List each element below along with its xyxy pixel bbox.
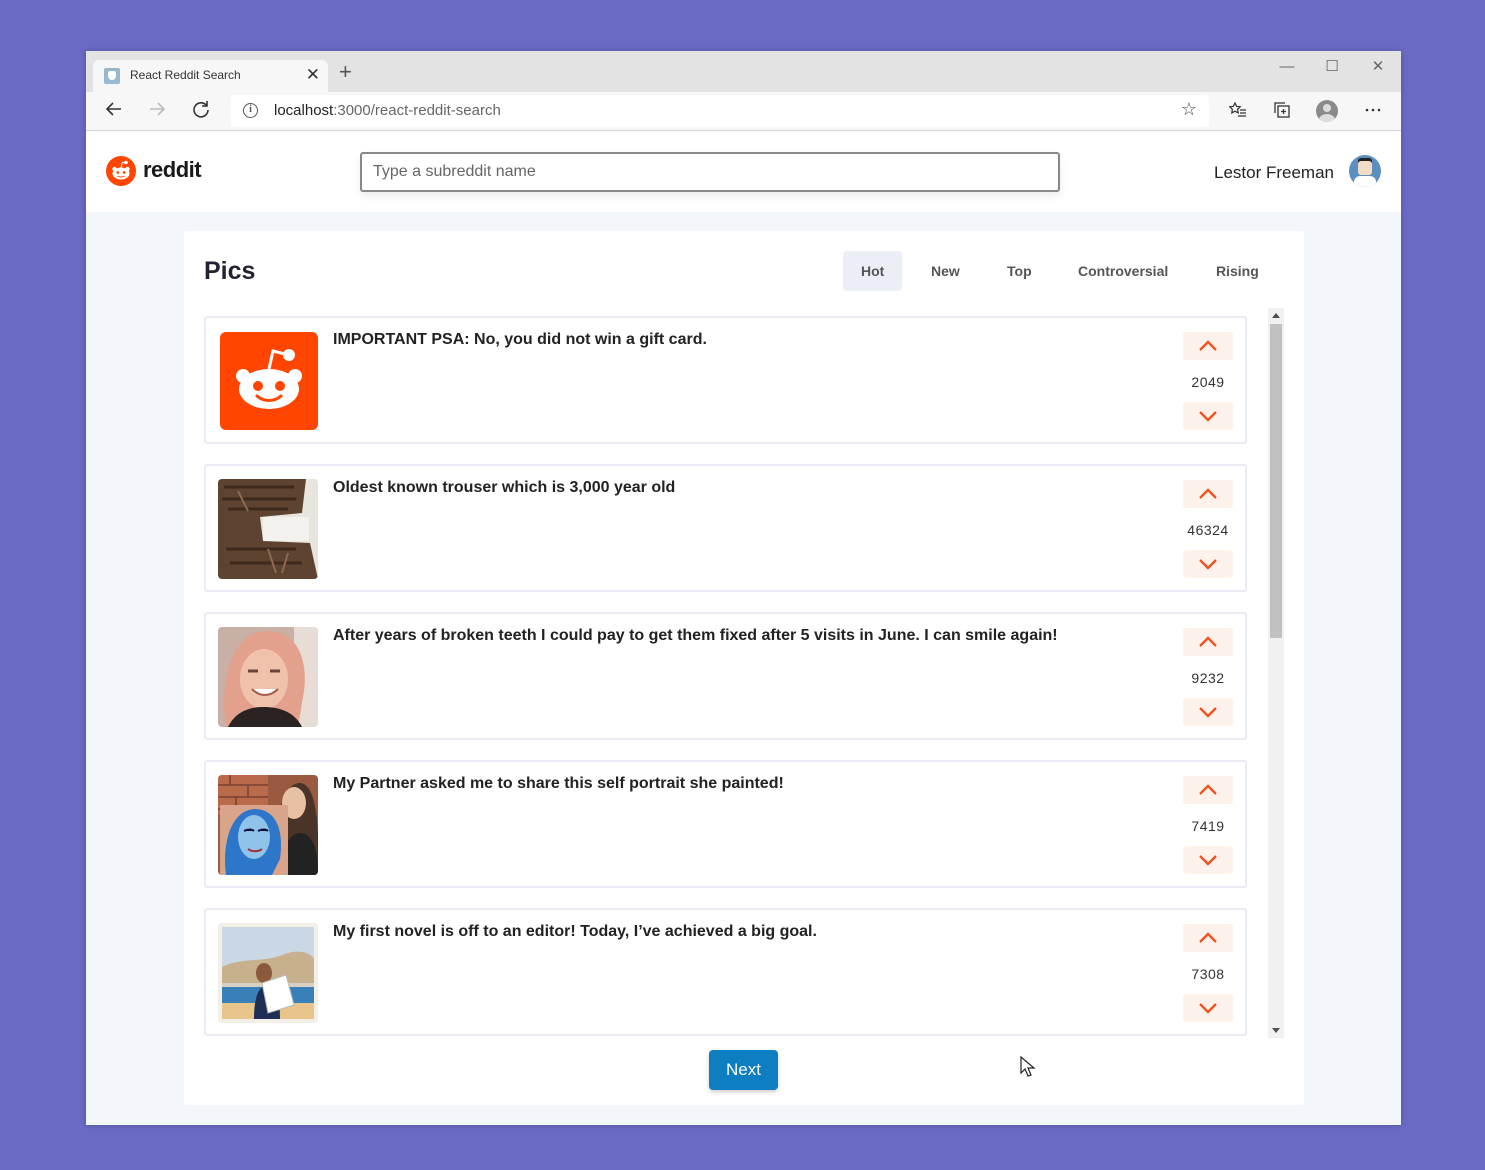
vote-count: 7308 <box>1191 966 1225 982</box>
user-avatar[interactable] <box>1349 155 1381 187</box>
user-name: Lestor Freeman <box>1214 163 1334 182</box>
forward-icon[interactable] <box>144 99 170 125</box>
post-title[interactable]: After years of broken teeth I could pay … <box>333 627 1058 645</box>
smiling-woman-photo-icon <box>218 627 318 727</box>
chevron-up-icon <box>1199 784 1217 795</box>
more-options-icon[interactable] <box>1362 101 1384 123</box>
downvote-button[interactable] <box>1183 698 1233 726</box>
chevron-up-icon <box>1199 340 1217 351</box>
vote-count: 9232 <box>1191 670 1225 686</box>
tab-new[interactable]: New <box>913 251 978 291</box>
scroll-thumb[interactable] <box>1270 324 1282 638</box>
vote-count: 7419 <box>1191 818 1225 834</box>
address-bar[interactable]: i localhost:3000/react-reddit-search ☆ <box>231 95 1209 127</box>
address-toolbar: i localhost:3000/react-reddit-search ☆ <box>86 92 1401 131</box>
downvote-button[interactable] <box>1183 402 1233 430</box>
upvote-button[interactable] <box>1183 924 1233 952</box>
browser-profile-icon[interactable] <box>1316 100 1338 122</box>
tab-top[interactable]: Top <box>989 251 1050 291</box>
post-title[interactable]: My first novel is off to an editor! Toda… <box>333 923 817 941</box>
downvote-button[interactable] <box>1183 994 1233 1022</box>
chevron-down-icon <box>1199 707 1217 718</box>
chevron-up-icon <box>1199 488 1217 499</box>
chevron-down-icon <box>1199 1003 1217 1014</box>
chevron-up-icon <box>1199 636 1217 647</box>
post-list-scrollbar[interactable] <box>1268 308 1284 1038</box>
upvote-button[interactable] <box>1183 332 1233 360</box>
subreddit-search-input[interactable] <box>360 152 1060 192</box>
tab-title: React Reddit Search <box>130 68 241 82</box>
vote-count: 46324 <box>1187 522 1229 538</box>
post-thumbnail[interactable] <box>218 775 318 875</box>
post-list: IMPORTANT PSA: No, you did not win a gif… <box>204 308 1264 1038</box>
title-bar: React Reddit Search ✕ + — ☐ ✕ <box>86 51 1401 92</box>
app-header: reddit Lestor Freeman <box>86 132 1401 212</box>
post-item[interactable]: After years of broken teeth I could pay … <box>204 612 1247 740</box>
tab-rising[interactable]: Rising <box>1198 251 1277 291</box>
downvote-button[interactable] <box>1183 550 1233 578</box>
post-item[interactable]: My Partner asked me to share this self p… <box>204 760 1247 888</box>
scroll-down-arrow-icon[interactable] <box>1272 1028 1280 1033</box>
tab-close-icon[interactable]: ✕ <box>306 65 320 85</box>
portrait-painting-photo-icon <box>218 775 318 875</box>
post-item[interactable]: Oldest known trouser which is 3,000 year… <box>204 464 1247 592</box>
subreddit-card: Pics Hot New Top Controversial Rising IM… <box>184 231 1304 1105</box>
favorites-list-icon[interactable] <box>1227 101 1249 123</box>
collections-icon[interactable] <box>1271 101 1293 123</box>
post-item[interactable]: My first novel is off to an editor! Toda… <box>204 908 1247 1036</box>
post-title[interactable]: My Partner asked me to share this self p… <box>333 775 784 793</box>
post-item[interactable]: IMPORTANT PSA: No, you did not win a gif… <box>204 316 1247 444</box>
post-title[interactable]: IMPORTANT PSA: No, you did not win a gif… <box>333 331 707 349</box>
chevron-down-icon <box>1199 855 1217 866</box>
reddit-snoo-icon <box>236 349 302 409</box>
chevron-up-icon <box>1199 932 1217 943</box>
tab-controversial[interactable]: Controversial <box>1060 251 1186 291</box>
chevron-down-icon <box>1199 559 1217 570</box>
upvote-button[interactable] <box>1183 776 1233 804</box>
favorite-star-icon[interactable]: ☆ <box>1181 99 1197 120</box>
upvote-button[interactable] <box>1183 628 1233 656</box>
mouse-cursor-icon <box>1020 1056 1036 1077</box>
trouser-photo-icon <box>218 479 318 579</box>
new-tab-icon[interactable]: + <box>339 61 352 83</box>
minimize-icon[interactable]: — <box>1267 55 1307 79</box>
upvote-button[interactable] <box>1183 480 1233 508</box>
window-close-icon[interactable]: ✕ <box>1358 55 1398 79</box>
site-info-icon[interactable]: i <box>243 103 258 118</box>
vote-count: 2049 <box>1191 374 1225 390</box>
url-text: localhost:3000/react-reddit-search <box>274 102 501 119</box>
tab-favicon-icon <box>104 68 120 84</box>
post-thumbnail[interactable] <box>218 923 318 1023</box>
downvote-button[interactable] <box>1183 846 1233 874</box>
post-thumbnail[interactable] <box>218 627 318 727</box>
post-thumbnail[interactable] <box>220 332 318 430</box>
scroll-up-arrow-icon[interactable] <box>1272 313 1280 318</box>
reddit-logo-icon[interactable] <box>106 156 136 186</box>
post-title[interactable]: Oldest known trouser which is 3,000 year… <box>333 479 675 497</box>
subreddit-title: Pics <box>204 257 256 285</box>
novel-author-photo-icon <box>218 923 318 1023</box>
browser-window: React Reddit Search ✕ + — ☐ ✕ i localhos… <box>86 51 1401 1125</box>
tab-hot[interactable]: Hot <box>843 251 903 291</box>
browser-tab[interactable]: React Reddit Search ✕ <box>93 60 328 92</box>
refresh-icon[interactable] <box>188 99 214 125</box>
logo-text[interactable]: reddit <box>143 157 202 183</box>
next-button[interactable]: Next <box>709 1050 778 1090</box>
back-icon[interactable] <box>101 99 127 125</box>
chevron-down-icon <box>1199 411 1217 422</box>
post-thumbnail[interactable] <box>218 479 318 579</box>
maximize-icon[interactable]: ☐ <box>1312 55 1352 79</box>
